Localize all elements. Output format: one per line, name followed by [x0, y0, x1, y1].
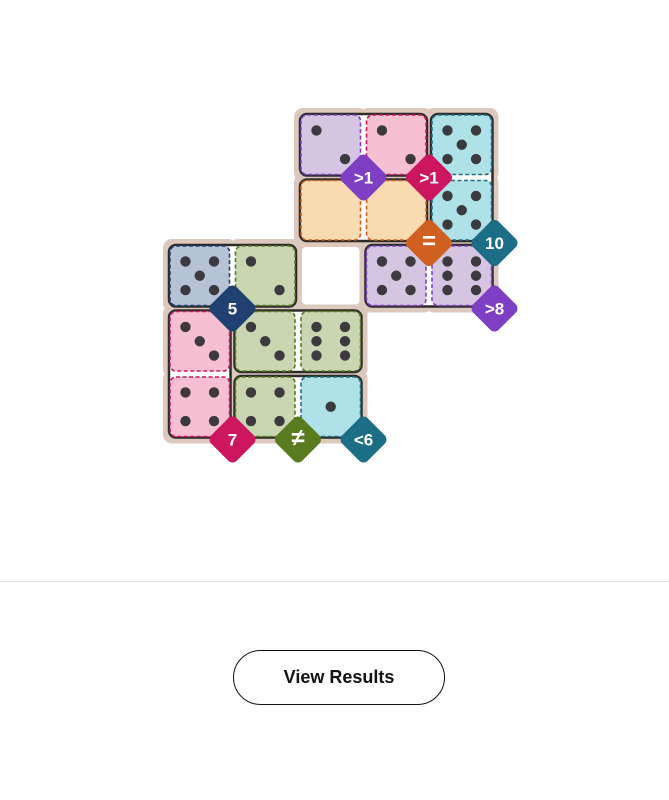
empty-cell: [302, 247, 360, 305]
pip: [245, 256, 257, 267]
pip: [470, 190, 482, 202]
pip: [470, 153, 482, 165]
pip: [245, 321, 257, 333]
pip: [339, 350, 351, 361]
pip: [339, 153, 351, 165]
pip: [456, 139, 467, 150]
pip: [405, 153, 416, 165]
pip: [442, 125, 453, 136]
pip: [194, 336, 205, 347]
pip: [274, 284, 285, 296]
pip: [180, 387, 191, 398]
pip: [339, 321, 351, 333]
badge-label: >1: [354, 169, 373, 188]
pip: [376, 284, 388, 296]
pip: [180, 256, 191, 267]
pip: [260, 336, 271, 347]
pip: [442, 219, 453, 230]
pip: [376, 256, 388, 267]
badge-label: 10: [485, 234, 504, 253]
pip: [311, 350, 322, 361]
pip: [456, 205, 467, 216]
badge-label: >1: [419, 169, 438, 188]
badge-label: 5: [228, 300, 237, 319]
pip: [311, 321, 322, 333]
section-divider: [0, 581, 669, 582]
cell-r3c2: [300, 310, 362, 372]
pip: [442, 270, 453, 281]
pip: [470, 256, 482, 267]
pip: [442, 190, 453, 202]
pip: [274, 350, 285, 361]
pip: [442, 256, 453, 267]
pip: [325, 401, 336, 412]
pip: [442, 284, 453, 296]
pip: [376, 125, 388, 136]
pip: [208, 415, 220, 427]
pip: [274, 415, 285, 427]
view-results-button[interactable]: View Results: [233, 650, 445, 705]
pip: [274, 387, 285, 398]
pip: [311, 336, 322, 347]
badge-label: =: [422, 228, 436, 255]
pip: [405, 256, 416, 267]
pip: [208, 350, 220, 361]
puzzle-board: >1 >1 = 10 5 >8 7 ≠ <6: [0, 0, 669, 580]
cell-region: [300, 310, 362, 372]
pip: [470, 219, 482, 230]
pip: [208, 256, 220, 267]
badge-label: <6: [354, 431, 373, 450]
pip: [470, 284, 482, 296]
pip: [245, 415, 257, 427]
pip: [180, 284, 191, 296]
pip: [194, 270, 205, 281]
badge-label: ≠: [291, 425, 304, 452]
puzzle-grid: >1 >1 = 10 5 >8 7 ≠ <6: [163, 108, 518, 463]
pip: [180, 321, 191, 333]
pip: [339, 336, 351, 347]
badge-label: >8: [485, 300, 504, 319]
pip: [311, 125, 322, 136]
pip: [405, 284, 416, 296]
pip: [208, 284, 220, 296]
pip: [208, 387, 220, 398]
pip: [470, 270, 482, 281]
pip: [245, 387, 257, 398]
pip: [470, 125, 482, 136]
pip: [180, 415, 191, 427]
pip: [442, 153, 453, 165]
pip: [391, 270, 402, 281]
badge-label: 7: [228, 431, 237, 450]
